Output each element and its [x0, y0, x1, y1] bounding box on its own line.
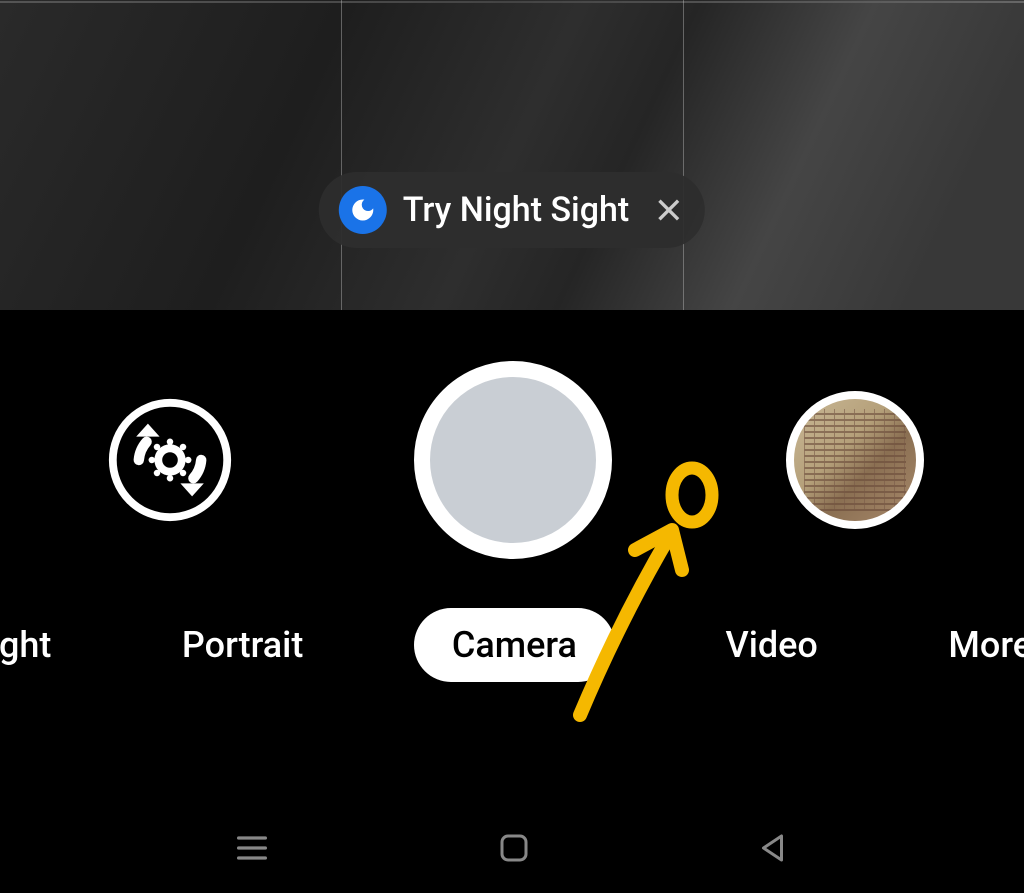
- night-sight-suggestion[interactable]: Try Night Sight: [319, 172, 705, 248]
- shutter-button[interactable]: [414, 361, 612, 559]
- moon-icon: [339, 186, 387, 234]
- android-nav-bar: [0, 803, 1024, 893]
- camera-controls: Sight Portrait Camera Video More: [0, 310, 1024, 690]
- close-suggestion-button[interactable]: [653, 194, 685, 226]
- recent-apps-button[interactable]: [232, 828, 272, 868]
- gallery-thumbnail[interactable]: [786, 391, 924, 529]
- home-button[interactable]: [496, 830, 532, 866]
- grid-line: [683, 0, 684, 310]
- camera-viewfinder[interactable]: Try Night Sight: [0, 0, 1024, 310]
- mode-selector[interactable]: Sight Portrait Camera Video More: [0, 570, 1024, 690]
- mode-camera[interactable]: Camera: [414, 608, 615, 682]
- mode-portrait[interactable]: Portrait: [162, 624, 323, 666]
- suggestion-label: Try Night Sight: [403, 190, 629, 230]
- mode-more[interactable]: More: [928, 624, 1024, 666]
- switch-camera-button[interactable]: [100, 390, 240, 530]
- back-button[interactable]: [756, 830, 792, 866]
- grid-line: [341, 0, 342, 310]
- mode-video[interactable]: Video: [705, 624, 837, 666]
- mode-night-sight[interactable]: Sight: [0, 624, 71, 666]
